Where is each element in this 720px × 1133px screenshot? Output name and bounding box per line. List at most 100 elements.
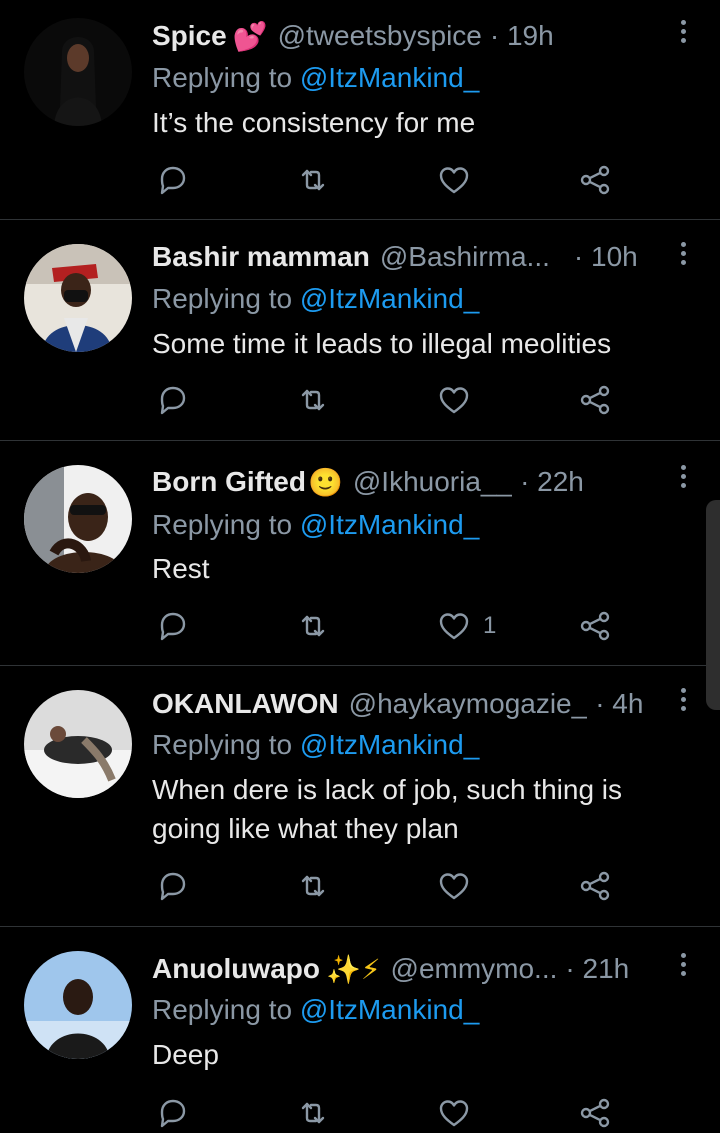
reply-button[interactable] bbox=[156, 606, 190, 646]
reply-button[interactable] bbox=[156, 380, 190, 420]
author-handle[interactable]: @tweetsbyspice bbox=[278, 20, 482, 52]
avatar[interactable] bbox=[24, 951, 132, 1059]
tweet-text: It’s the consistency for me bbox=[152, 107, 476, 138]
share-icon bbox=[580, 165, 610, 195]
author-handle[interactable]: @Ikhuoria__ bbox=[353, 466, 512, 498]
sparkles-bolt-emoji-icon: ✨⚡ bbox=[325, 953, 381, 985]
action-bar bbox=[152, 380, 632, 420]
scrollbar-thumb[interactable] bbox=[706, 500, 720, 710]
action-bar: 1 bbox=[152, 606, 632, 646]
share-button[interactable] bbox=[578, 866, 612, 906]
tweet-text: Some time it leads to illegal meolities bbox=[152, 328, 612, 359]
like-button[interactable] bbox=[437, 160, 483, 200]
reply-icon bbox=[160, 166, 186, 195]
share-button[interactable] bbox=[578, 606, 612, 646]
tweet-text: Deep bbox=[152, 1039, 219, 1070]
like-button[interactable]: 1 bbox=[437, 606, 496, 646]
mention-link[interactable]: @ItzMankind_ bbox=[300, 994, 479, 1025]
mention-link[interactable]: @ItzMankind_ bbox=[300, 509, 479, 540]
like-button[interactable] bbox=[437, 866, 483, 906]
retweet-button[interactable] bbox=[296, 866, 330, 906]
replying-to: Replying to @ItzMankind_ bbox=[152, 62, 479, 94]
reply-button[interactable] bbox=[156, 1093, 190, 1133]
share-button[interactable] bbox=[578, 380, 612, 420]
tweet-item[interactable]: Born Gifted 🙂 @Ikhuoria__ · 22h Replying… bbox=[0, 441, 720, 666]
tweet-item[interactable]: Bashir mamman @Bashirma... · 10h Replyin… bbox=[0, 220, 720, 441]
mention-link[interactable]: @ItzMankind_ bbox=[300, 62, 479, 93]
avatar[interactable] bbox=[24, 690, 132, 798]
more-options-icon[interactable] bbox=[676, 20, 690, 50]
action-bar bbox=[152, 866, 632, 906]
tweet-item[interactable]: Spice 💕 @tweetsbyspice · 19h Replying to… bbox=[0, 0, 720, 220]
action-bar bbox=[152, 160, 632, 200]
reply-icon bbox=[160, 872, 186, 901]
retweet-button[interactable] bbox=[296, 160, 330, 200]
author-handle[interactable]: @Bashirma... bbox=[380, 241, 550, 273]
tweet-text: When dere is lack of job, such thing is … bbox=[152, 774, 623, 844]
author-handle[interactable]: @emmymo... bbox=[391, 953, 558, 985]
share-button[interactable] bbox=[578, 1093, 612, 1133]
action-bar bbox=[152, 1093, 632, 1133]
replying-to: Replying to @ItzMankind_ bbox=[152, 509, 479, 541]
retweet-button[interactable] bbox=[296, 606, 330, 646]
more-options-icon[interactable] bbox=[676, 242, 690, 272]
avatar[interactable] bbox=[24, 18, 132, 126]
like-button[interactable] bbox=[437, 1093, 483, 1133]
tweet-item[interactable]: Anuoluwapo ✨⚡ @emmymo... · 21h Replying … bbox=[0, 927, 720, 1128]
tweet-time: · 21h bbox=[565, 953, 630, 984]
retweet-icon bbox=[301, 615, 325, 637]
tweet-item[interactable]: OKANLAWON @haykaymogazie_ · 4h Replying … bbox=[0, 666, 720, 927]
reply-icon bbox=[160, 612, 186, 641]
replying-to-label: Replying to bbox=[152, 729, 293, 760]
like-count: 1 bbox=[483, 612, 497, 639]
avatar[interactable] bbox=[24, 465, 132, 573]
tweet-time: · 22h bbox=[520, 466, 584, 497]
retweet-icon bbox=[301, 875, 325, 897]
avatar[interactable] bbox=[24, 244, 132, 352]
like-icon bbox=[439, 167, 469, 194]
reply-icon bbox=[160, 1099, 186, 1128]
replying-to-label: Replying to bbox=[152, 994, 293, 1025]
like-button[interactable] bbox=[437, 380, 483, 420]
share-icon bbox=[580, 611, 610, 641]
mention-link[interactable]: @ItzMankind_ bbox=[300, 283, 479, 314]
author-handle[interactable]: @haykaymogazie_ bbox=[349, 688, 588, 720]
retweet-icon bbox=[301, 1102, 325, 1124]
author-name[interactable]: OKANLAWON bbox=[152, 688, 339, 720]
retweet-icon bbox=[301, 169, 325, 191]
replying-to: Replying to @ItzMankind_ bbox=[152, 283, 479, 315]
tweet-text: Rest bbox=[152, 553, 210, 584]
retweet-button[interactable] bbox=[296, 1093, 330, 1133]
like-icon bbox=[439, 387, 469, 414]
replying-to-label: Replying to bbox=[152, 283, 293, 314]
author-name[interactable]: Anuoluwapo bbox=[152, 953, 320, 985]
replying-to-label: Replying to bbox=[152, 509, 293, 540]
tweet-time: · 10h bbox=[573, 241, 638, 272]
share-icon bbox=[580, 1098, 610, 1128]
share-icon bbox=[580, 385, 610, 415]
replying-to: Replying to @ItzMankind_ bbox=[152, 994, 479, 1026]
tweet-time: · 19h bbox=[489, 20, 554, 51]
author-name[interactable]: Spice bbox=[152, 20, 227, 52]
replying-to-label: Replying to bbox=[152, 62, 293, 93]
heart-emoji-icon: 💕 bbox=[232, 20, 268, 52]
retweet-button[interactable] bbox=[296, 380, 330, 420]
reply-button[interactable] bbox=[156, 866, 190, 906]
share-button[interactable] bbox=[578, 160, 612, 200]
author-name[interactable]: Born Gifted bbox=[152, 466, 306, 498]
like-icon bbox=[439, 873, 469, 900]
more-options-icon[interactable] bbox=[676, 953, 690, 983]
more-options-icon[interactable] bbox=[676, 465, 690, 495]
smiley-emoji-icon: 🙂 bbox=[308, 466, 343, 498]
author-name[interactable]: Bashir mamman bbox=[152, 241, 370, 273]
like-icon bbox=[439, 613, 469, 640]
reply-icon bbox=[160, 386, 186, 415]
reply-button[interactable] bbox=[156, 160, 190, 200]
retweet-icon bbox=[301, 389, 325, 411]
mention-link[interactable]: @ItzMankind_ bbox=[300, 729, 479, 760]
like-icon bbox=[439, 1100, 469, 1127]
more-options-icon[interactable] bbox=[676, 688, 690, 718]
replying-to: Replying to @ItzMankind_ bbox=[152, 729, 479, 761]
tweet-time: · 4h bbox=[595, 688, 644, 719]
share-icon bbox=[580, 871, 610, 901]
